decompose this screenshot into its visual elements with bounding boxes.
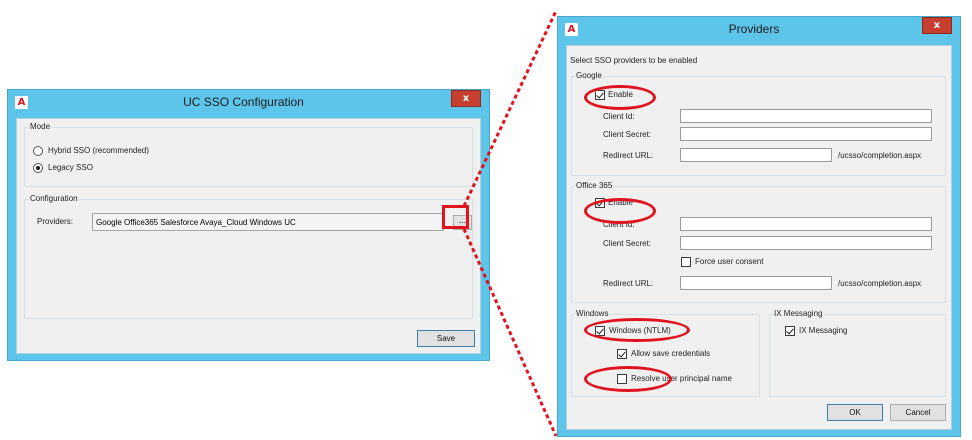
- google-group-label: Google: [575, 71, 603, 81]
- allow-save-credentials-checkbox[interactable]: [617, 349, 627, 359]
- google-redirect-suffix: /ucsso/completion.aspx: [838, 151, 922, 160]
- callout-line-top: [462, 10, 558, 207]
- ix-messaging-checkbox[interactable]: [785, 326, 795, 336]
- windows-ntlm-highlight: [584, 318, 690, 342]
- office365-redirect-suffix: /ucsso/completion.aspx: [838, 279, 922, 288]
- avaya-logo-icon: A: [565, 23, 578, 36]
- ix-messaging-group: [769, 314, 946, 397]
- office365-client-secret-input[interactable]: [680, 236, 932, 250]
- google-client-id-label: Client Id:: [603, 112, 635, 121]
- cancel-button[interactable]: Cancel: [890, 404, 946, 421]
- office365-group-label: Office 365: [575, 181, 614, 191]
- ok-button[interactable]: OK: [827, 404, 883, 421]
- force-user-consent-checkbox[interactable]: [681, 257, 691, 267]
- resolve-upn-highlight: [584, 366, 672, 392]
- providers-title: Providers: [728, 22, 780, 36]
- office365-client-id-input[interactable]: [680, 217, 932, 231]
- google-client-secret-input[interactable]: [680, 127, 932, 141]
- google-client-secret-label: Client Secret:: [603, 130, 652, 139]
- close-icon[interactable]: x: [922, 17, 952, 34]
- office365-redirect-url-label: Redirect URL:: [603, 279, 654, 288]
- google-enable-highlight: [584, 85, 656, 110]
- google-redirect-url-label: Redirect URL:: [603, 151, 654, 160]
- office365-enable-highlight: [584, 198, 656, 224]
- providers-instruction: Select SSO providers to be enabled: [570, 56, 698, 65]
- google-client-id-input[interactable]: [680, 109, 932, 123]
- google-redirect-url-input[interactable]: [680, 148, 832, 162]
- office365-redirect-url-input[interactable]: [680, 276, 832, 290]
- ix-messaging-label: IX Messaging: [799, 326, 848, 335]
- windows-group-label: Windows: [575, 309, 610, 319]
- providers-titlebar[interactable]: A Providers x: [558, 17, 960, 45]
- force-user-consent-label: Force user consent: [695, 257, 764, 266]
- ix-messaging-group-label: IX Messaging: [773, 309, 824, 319]
- callout-line-bottom: [462, 228, 558, 437]
- office365-client-secret-label: Client Secret:: [603, 239, 652, 248]
- allow-save-credentials-label: Allow save credentials: [631, 349, 711, 358]
